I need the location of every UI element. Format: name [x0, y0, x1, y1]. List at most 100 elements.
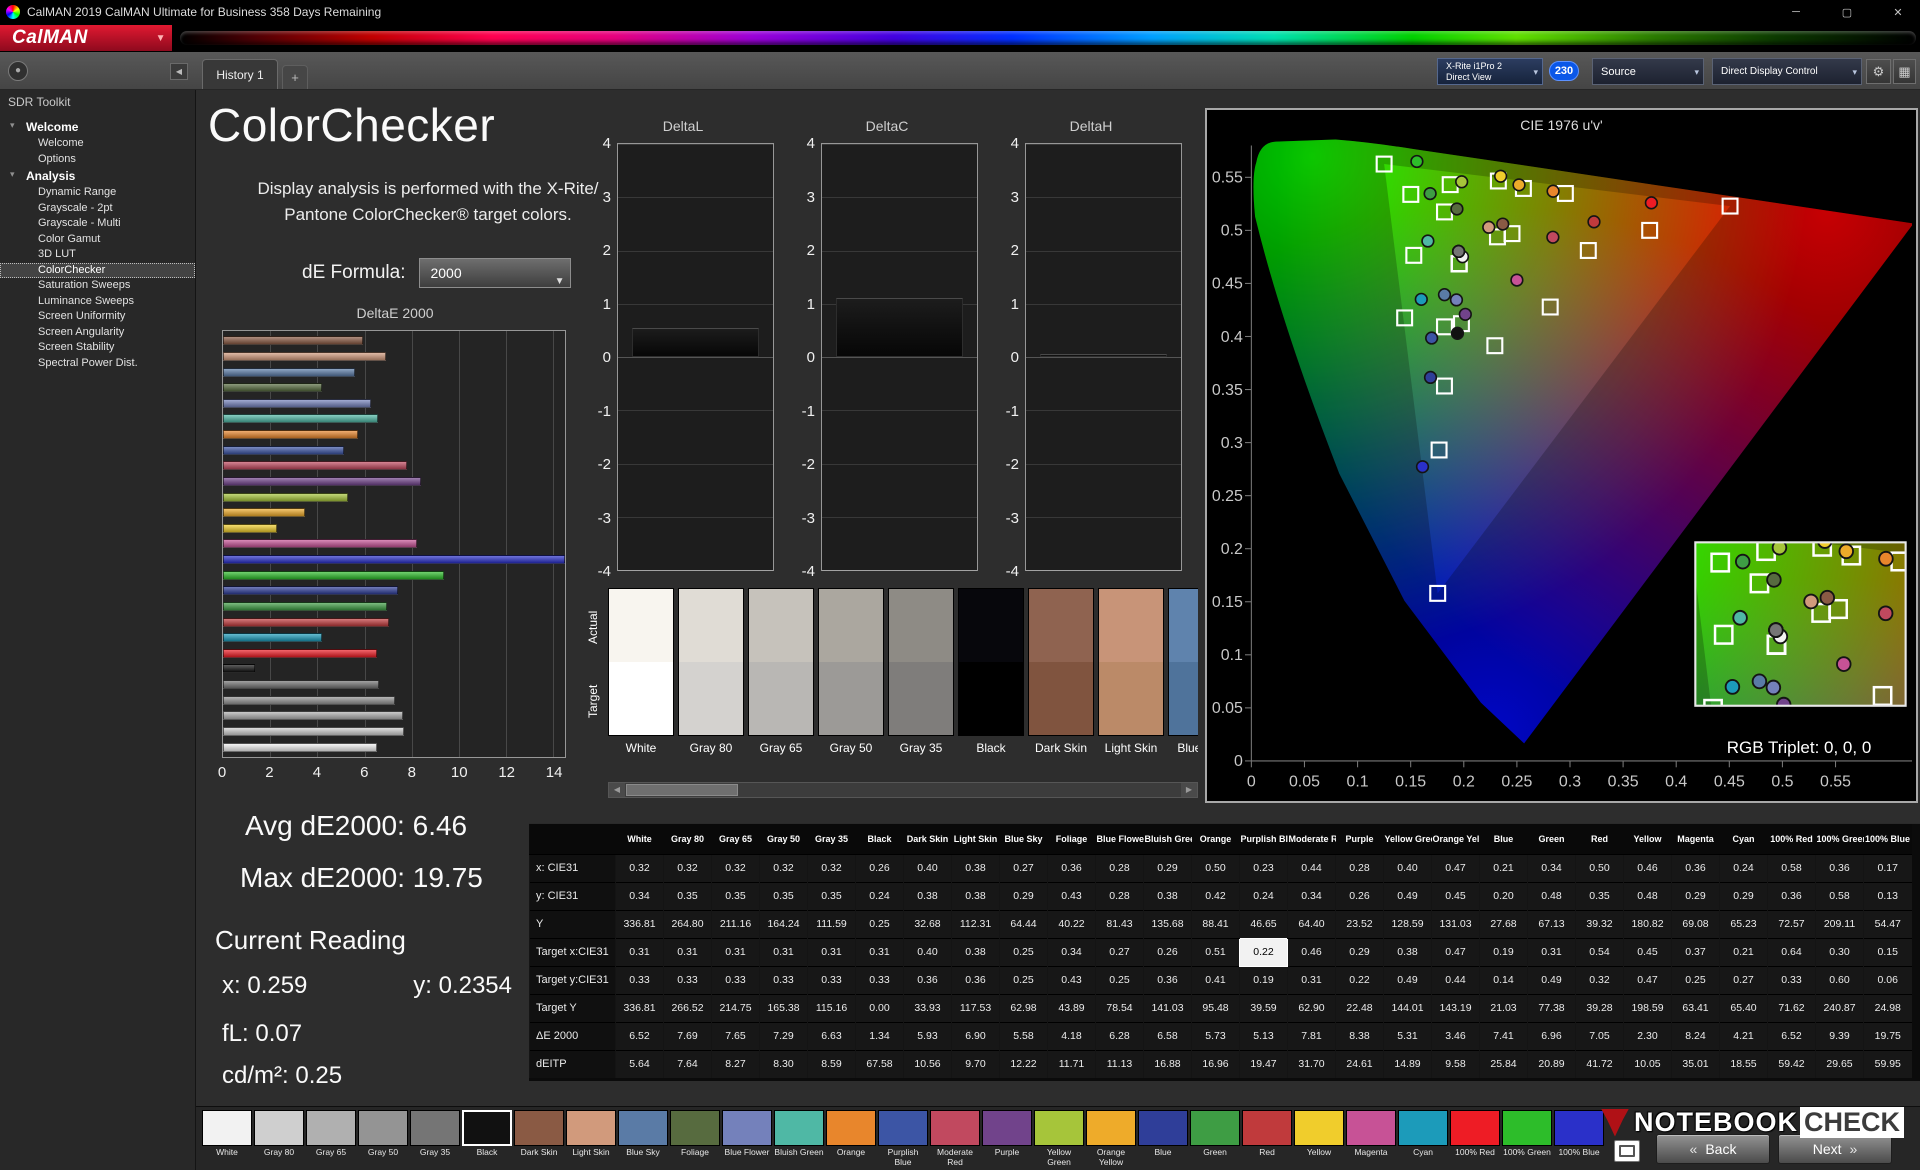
table-cell: 0.33 [855, 965, 904, 994]
patch-button-label: 100% Blue [1558, 1147, 1600, 1157]
sidebar-item-luminance-sweeps[interactable]: Luminance Sweeps [0, 294, 195, 310]
patch-button-red[interactable]: Red [1242, 1110, 1292, 1167]
patch-button-purple[interactable]: Purple [982, 1110, 1032, 1167]
tab-history-1[interactable]: History 1 [202, 59, 278, 89]
patch-button-blue[interactable]: Blue [1138, 1110, 1188, 1167]
patch-button-light-skin[interactable]: Light Skin [566, 1110, 616, 1167]
sidebar-item-colorchecker[interactable]: ColorChecker [0, 262, 195, 278]
display-control-dropdown[interactable]: Direct Display Control ▾ [1712, 58, 1862, 85]
sidebar-item-color-gamut[interactable]: Color Gamut [0, 232, 195, 248]
sidebar-section-welcome[interactable]: Welcome [0, 118, 195, 136]
settings-button[interactable]: ⚙ [1866, 59, 1891, 84]
sidebar-item-saturation-sweeps[interactable]: Saturation Sweeps [0, 278, 195, 294]
patch-color [1034, 1110, 1084, 1146]
sidebar-item-screen-stability[interactable]: Screen Stability [0, 340, 195, 356]
scroll-right-icon[interactable]: ▶ [1181, 783, 1197, 797]
patch-button-gray-65[interactable]: Gray 65 [306, 1110, 356, 1167]
sidebar-item-screen-angularity[interactable]: Screen Angularity [0, 325, 195, 341]
fl-reading: fL: 0.07 [222, 1020, 302, 1048]
window-thumbnail-icon[interactable] [1614, 1140, 1640, 1162]
maximize-button[interactable]: ▢ [1825, 0, 1869, 24]
table-cell: 11.71 [1047, 1049, 1096, 1078]
patch-button-yellow-green[interactable]: Yellow Green [1034, 1110, 1084, 1167]
sidebar-item-grayscale-2pt[interactable]: Grayscale - 2pt [0, 201, 195, 217]
chevron-down-icon: ▾ [1694, 67, 1699, 77]
sidebar-item-dynamic-range[interactable]: Dynamic Range [0, 185, 195, 201]
patch-button-gray-50[interactable]: Gray 50 [358, 1110, 408, 1167]
column-header-light-skin: Light Skin [951, 824, 1000, 854]
max-de2000: Max dE2000: 19.75 [240, 862, 483, 894]
axis-tick-label: -1 [801, 402, 815, 420]
table-cell: 39.59 [1239, 993, 1288, 1022]
minimize-button[interactable]: ─ [1774, 0, 1818, 24]
patch-button-bluish-green[interactable]: Bluish Green [774, 1110, 824, 1167]
de-formula-dropdown[interactable]: 2000 ▼ [419, 258, 572, 288]
table-cell: 0.36 [1767, 881, 1816, 910]
sidebar-item-welcome[interactable]: Welcome [0, 136, 195, 152]
measured-point-dark-skin [1496, 217, 1510, 231]
instrument-dropdown[interactable]: X-Rite i1Pro 2 Direct View ▾ [1437, 58, 1543, 85]
patch-button-purplish-blue[interactable]: Purplish Blue [878, 1110, 928, 1167]
calman-logo[interactable]: CalMAN ▼ [0, 25, 172, 51]
patch-button-dark-skin[interactable]: Dark Skin [514, 1110, 564, 1167]
patch-button-moderate-red[interactable]: Moderate Red [930, 1110, 980, 1167]
sidebar-item-grayscale-multi[interactable]: Grayscale - Multi [0, 216, 195, 232]
add-tab-button[interactable]: + [282, 65, 308, 89]
patch-button-green[interactable]: Green [1190, 1110, 1240, 1167]
gridline [822, 516, 977, 518]
table-cell: 35.01 [1671, 1049, 1720, 1078]
scroll-left-icon[interactable]: ◀ [609, 783, 625, 797]
actual-color [1169, 589, 1198, 662]
axis-tick-label: 3 [806, 188, 815, 206]
patch-button-black[interactable]: Black [462, 1110, 512, 1167]
sidebar-item-options[interactable]: Options [0, 152, 195, 168]
deltal-y-labels: 4 3 2 1 0 -1 -2 -3 -4 [590, 135, 614, 580]
meter-badge[interactable]: 230 [1549, 61, 1579, 81]
next-button[interactable]: Next [1778, 1134, 1892, 1164]
patch-button-orange[interactable]: Orange [826, 1110, 876, 1167]
patch-swatch-blue-sky [1168, 588, 1198, 736]
patch-button-100-red[interactable]: 100% Red [1450, 1110, 1500, 1167]
nav-back-button[interactable]: ● [8, 61, 28, 81]
sidebar-section-analysis[interactable]: Analysis [0, 167, 195, 185]
patch-button-gray-80[interactable]: Gray 80 [254, 1110, 304, 1167]
sidebar-collapse-button[interactable]: ◀ [170, 63, 188, 80]
table-cell: 0.49 [1527, 965, 1576, 994]
sidebar-item-spectral-power-dist[interactable]: Spectral Power Dist. [0, 356, 195, 372]
close-button[interactable]: ✕ [1876, 0, 1920, 24]
patch-button-orange-yellow[interactable]: Orange Yellow [1086, 1110, 1136, 1167]
back-button[interactable]: Back [1656, 1134, 1770, 1164]
patch-button-label: Orange [836, 1147, 866, 1157]
patch-color [1554, 1110, 1604, 1146]
axis-tick-label: 0.45 [1212, 276, 1243, 293]
axis-tick-label: 3 [602, 188, 611, 206]
sidebar-item-screen-uniformity[interactable]: Screen Uniformity [0, 309, 195, 325]
patch-button-blue-sky[interactable]: Blue Sky [618, 1110, 668, 1167]
sidebar-item-3d-lut[interactable]: 3D LUT [0, 247, 195, 263]
patch-button-cyan[interactable]: Cyan [1398, 1110, 1448, 1167]
source-dropdown[interactable]: Source ▾ [1592, 58, 1704, 85]
patch-button-white[interactable]: White [202, 1110, 252, 1167]
patch-button-magenta[interactable]: Magenta [1346, 1110, 1396, 1167]
layout-button[interactable]: ▦ [1893, 59, 1916, 84]
gridline [1026, 570, 1181, 571]
patch-button-yellow[interactable]: Yellow [1294, 1110, 1344, 1167]
table-cell: 59.42 [1767, 1049, 1816, 1078]
patch-button-100-blue[interactable]: 100% Blue [1554, 1110, 1604, 1167]
gridline [618, 516, 773, 518]
column-header-blue-flower: Blue Flower [1095, 824, 1144, 854]
row-label: dEITP [529, 1049, 616, 1078]
table-cell: 240.87 [1815, 993, 1864, 1022]
target-color [819, 662, 883, 735]
patch-button-blue-flower[interactable]: Blue Flower [722, 1110, 772, 1167]
next-button-label: Next [1812, 1141, 1842, 1157]
watermark-text-2: CHECK [1799, 1107, 1904, 1138]
strip-scrollbar[interactable]: ◀ ▶ [608, 782, 1198, 798]
patch-button-gray-35[interactable]: Gray 35 [410, 1110, 460, 1167]
patch-button-foliage[interactable]: Foliage [670, 1110, 720, 1167]
selected-cell[interactable]: 0.22 [1239, 937, 1288, 967]
table-row: Y 336.81 264.80 211.16 164.24 111.59 0.25 32.68… [529, 909, 1912, 938]
scroll-thumb[interactable] [626, 784, 738, 796]
table-cell: 19.75 [1863, 1021, 1912, 1050]
patch-button-100-green[interactable]: 100% Green [1502, 1110, 1552, 1167]
